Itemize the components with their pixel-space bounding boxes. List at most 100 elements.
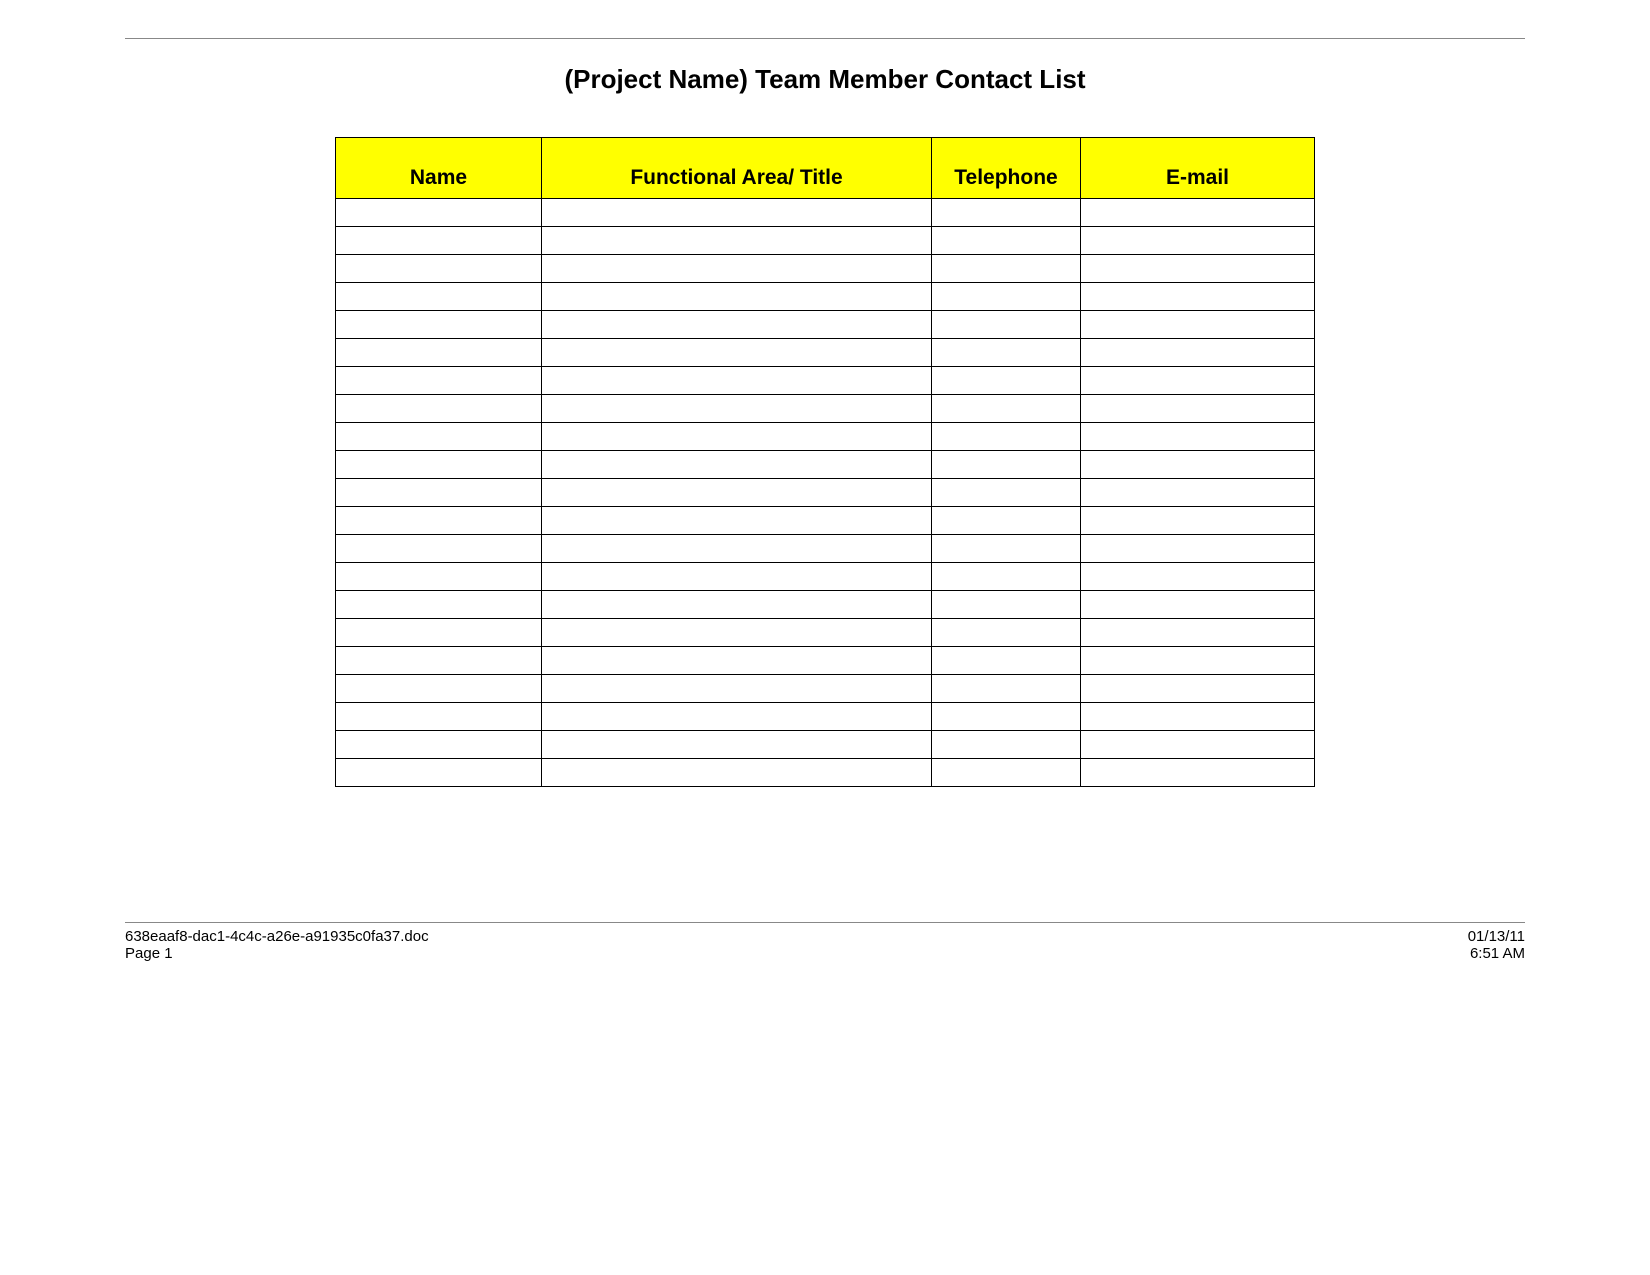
cell-email	[1081, 283, 1315, 311]
cell-phone	[932, 703, 1081, 731]
cell-name	[336, 423, 542, 451]
table-row	[336, 339, 1315, 367]
cell-phone	[932, 451, 1081, 479]
cell-phone	[932, 423, 1081, 451]
table-row	[336, 311, 1315, 339]
cell-area	[542, 199, 932, 227]
cell-phone	[932, 227, 1081, 255]
cell-area	[542, 479, 932, 507]
cell-email	[1081, 479, 1315, 507]
cell-name	[336, 367, 542, 395]
table-row	[336, 563, 1315, 591]
cell-name	[336, 759, 542, 787]
cell-email	[1081, 759, 1315, 787]
cell-name	[336, 255, 542, 283]
cell-email	[1081, 199, 1315, 227]
table-row	[336, 731, 1315, 759]
footer-filename: 638eaaf8-dac1-4c4c-a26e-a91935c0fa37.doc	[125, 928, 429, 945]
contact-list-table: Name Functional Area/ Title Telephone E-…	[335, 137, 1315, 787]
table-row	[336, 199, 1315, 227]
cell-name	[336, 563, 542, 591]
cell-phone	[932, 591, 1081, 619]
table-row	[336, 283, 1315, 311]
cell-area	[542, 255, 932, 283]
cell-name	[336, 339, 542, 367]
cell-phone	[932, 675, 1081, 703]
cell-area	[542, 759, 932, 787]
cell-name	[336, 451, 542, 479]
cell-name	[336, 535, 542, 563]
cell-name	[336, 731, 542, 759]
table-row	[336, 619, 1315, 647]
cell-area	[542, 367, 932, 395]
table-row	[336, 479, 1315, 507]
cell-name	[336, 507, 542, 535]
cell-email	[1081, 563, 1315, 591]
table-row	[336, 647, 1315, 675]
cell-email	[1081, 507, 1315, 535]
cell-area	[542, 703, 932, 731]
cell-phone	[932, 283, 1081, 311]
cell-email	[1081, 423, 1315, 451]
cell-email	[1081, 591, 1315, 619]
cell-email	[1081, 395, 1315, 423]
cell-area	[542, 227, 932, 255]
cell-email	[1081, 227, 1315, 255]
cell-name	[336, 647, 542, 675]
cell-area	[542, 283, 932, 311]
footer-time: 6:51 AM	[1468, 945, 1525, 962]
table-row	[336, 395, 1315, 423]
cell-email	[1081, 703, 1315, 731]
table-row	[336, 535, 1315, 563]
cell-phone	[932, 563, 1081, 591]
cell-area	[542, 675, 932, 703]
cell-phone	[932, 619, 1081, 647]
cell-email	[1081, 339, 1315, 367]
cell-phone	[932, 311, 1081, 339]
cell-email	[1081, 535, 1315, 563]
cell-area	[542, 619, 932, 647]
table-row	[336, 255, 1315, 283]
table-row	[336, 423, 1315, 451]
cell-area	[542, 311, 932, 339]
cell-name	[336, 591, 542, 619]
cell-name	[336, 395, 542, 423]
cell-phone	[932, 367, 1081, 395]
cell-area	[542, 339, 932, 367]
cell-email	[1081, 675, 1315, 703]
cell-name	[336, 311, 542, 339]
cell-email	[1081, 255, 1315, 283]
cell-phone	[932, 647, 1081, 675]
cell-name	[336, 199, 542, 227]
cell-phone	[932, 199, 1081, 227]
table-row	[336, 367, 1315, 395]
footer-date: 01/13/11	[1468, 928, 1525, 945]
cell-name	[336, 703, 542, 731]
cell-phone	[932, 339, 1081, 367]
cell-phone	[932, 507, 1081, 535]
table-row	[336, 675, 1315, 703]
footer-page: Page 1	[125, 945, 429, 962]
cell-area	[542, 395, 932, 423]
table-row	[336, 703, 1315, 731]
column-header-phone: Telephone	[932, 138, 1081, 199]
cell-email	[1081, 451, 1315, 479]
page-footer: 638eaaf8-dac1-4c4c-a26e-a91935c0fa37.doc…	[125, 922, 1525, 962]
column-header-area: Functional Area/ Title	[542, 138, 932, 199]
cell-name	[336, 227, 542, 255]
cell-name	[336, 619, 542, 647]
cell-phone	[932, 535, 1081, 563]
cell-area	[542, 647, 932, 675]
column-header-email: E-mail	[1081, 138, 1315, 199]
table-row	[336, 507, 1315, 535]
cell-area	[542, 591, 932, 619]
cell-area	[542, 451, 932, 479]
column-header-name: Name	[336, 138, 542, 199]
cell-area	[542, 731, 932, 759]
cell-email	[1081, 367, 1315, 395]
table-row	[336, 591, 1315, 619]
cell-name	[336, 479, 542, 507]
document-page: (Project Name) Team Member Contact List …	[0, 0, 1650, 1275]
cell-phone	[932, 731, 1081, 759]
page-title: (Project Name) Team Member Contact List	[125, 64, 1525, 95]
